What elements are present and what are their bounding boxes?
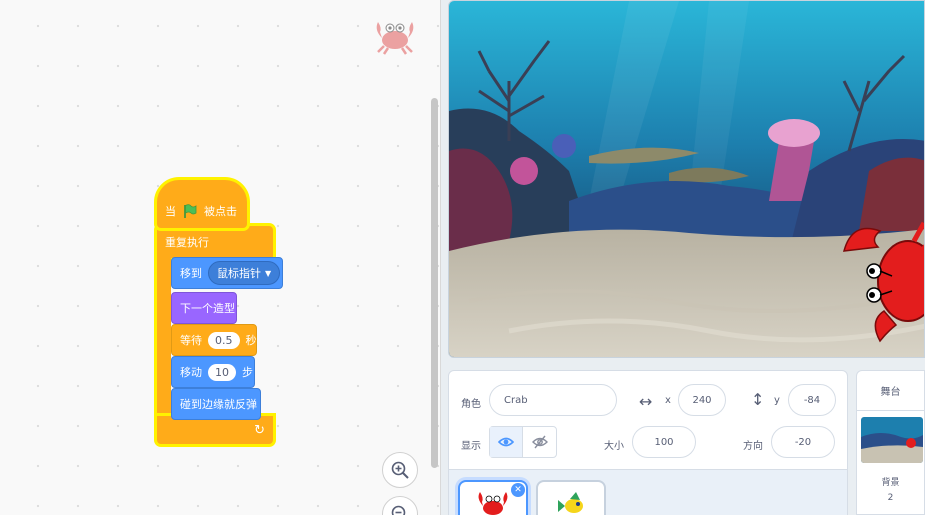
when-flag-clicked-block[interactable]: 当 被点击 <box>157 180 247 228</box>
forever-block-arm <box>157 256 171 418</box>
move-unit-label: 步 <box>242 366 253 379</box>
sprite-name-label: 角色 <box>461 399 481 410</box>
x-position-value: 240 <box>692 394 712 406</box>
clicked-label: 被点击 <box>204 205 237 218</box>
backdrop-thumbnail-image <box>861 417 923 463</box>
bounce-label: 碰到边缘就反弹 <box>180 398 257 411</box>
bounce-on-edge-block[interactable]: 碰到边缘就反弹 <box>171 388 261 420</box>
wait-label: 等待 <box>180 334 202 347</box>
direction-label: 方向 <box>743 441 763 452</box>
dropdown-arrow-icon: ▼ <box>265 268 272 278</box>
next-costume-block[interactable]: 下一个造型 <box>171 292 237 324</box>
code-area[interactable]: 当 被点击 重复执行 ↻ 移到 鼠标指针 ▼ 下一个造型 等待 0.5 秒 移动… <box>0 0 441 515</box>
backdrops-count: 2 <box>887 493 894 503</box>
wait-block[interactable]: 等待 0.5 秒 <box>171 324 257 356</box>
size-field[interactable]: 100 <box>632 426 696 458</box>
move-label: 移动 <box>180 366 202 379</box>
forever-label: 重复执行 <box>165 236 209 249</box>
vertical-arrows-icon: ↕ <box>751 390 765 409</box>
sprite-name-field[interactable]: Crab <box>489 384 617 416</box>
stage-canvas[interactable] <box>448 0 925 358</box>
fish-icon <box>558 492 583 513</box>
sprite-name-value: Crab <box>504 394 528 406</box>
zoom-in-icon <box>391 461 409 479</box>
wait-unit-label: 秒 <box>245 334 257 347</box>
forever-block-footer[interactable]: ↻ <box>157 416 273 444</box>
size-value: 100 <box>654 436 674 448</box>
code-area-scrollbar[interactable] <box>431 98 438 468</box>
move-steps-input[interactable]: 10 <box>208 363 236 381</box>
zoom-in-button[interactable] <box>382 452 418 488</box>
stage-panel-title: 舞台 <box>880 387 901 398</box>
next-costume-label: 下一个造型 <box>180 302 235 315</box>
direction-value: -20 <box>794 436 812 448</box>
sprite-thumbnail-fish[interactable] <box>536 480 606 515</box>
stage-target-panel[interactable]: 舞台 背景 2 <box>856 370 925 515</box>
eye-icon <box>498 437 514 447</box>
y-position-field[interactable]: -84 <box>788 384 836 416</box>
delete-sprite-button[interactable]: ✕ <box>511 483 525 497</box>
zoom-out-icon <box>391 505 406 515</box>
goto-block[interactable]: 移到 鼠标指针 ▼ <box>171 257 283 289</box>
goto-target-value: 鼠标指针 <box>217 267 261 280</box>
move-block[interactable]: 移动 10 步 <box>171 356 255 388</box>
x-label: x <box>665 395 671 406</box>
show-sprite-button[interactable] <box>490 427 524 457</box>
green-flag-icon <box>184 204 197 218</box>
goto-target-dropdown[interactable]: 鼠标指针 ▼ <box>208 261 281 285</box>
y-position-value: -84 <box>803 394 821 406</box>
backdrops-label: 背景 <box>881 478 900 488</box>
when-label: 当 <box>165 205 176 218</box>
hide-sprite-button[interactable] <box>523 427 556 457</box>
size-label: 大小 <box>604 441 624 452</box>
forever-block[interactable]: 重复执行 <box>157 226 273 258</box>
underwater-backdrop <box>449 1 924 357</box>
eye-slash-icon <box>531 435 548 449</box>
visibility-toggle <box>489 426 557 458</box>
wait-seconds-input[interactable]: 0.5 <box>208 331 240 349</box>
sprite-list <box>449 469 847 515</box>
loop-arrow-icon: ↻ <box>254 422 265 438</box>
show-label: 显示 <box>461 441 481 452</box>
direction-field[interactable]: -20 <box>771 426 835 458</box>
horizontal-arrows-icon: ↔ <box>639 392 653 411</box>
y-label: y <box>774 395 780 406</box>
goto-label: 移到 <box>180 267 202 280</box>
stage-backdrop-thumbnail[interactable] <box>861 417 923 463</box>
crab-sprite-indicator-icon <box>376 22 414 55</box>
zoom-out-button[interactable] <box>382 496 418 515</box>
x-position-field[interactable]: 240 <box>678 384 726 416</box>
sprite-info-panel: 角色 Crab ↔ x 240 ↕ y -84 显示 大小 100 方向 -20 <box>448 370 848 515</box>
